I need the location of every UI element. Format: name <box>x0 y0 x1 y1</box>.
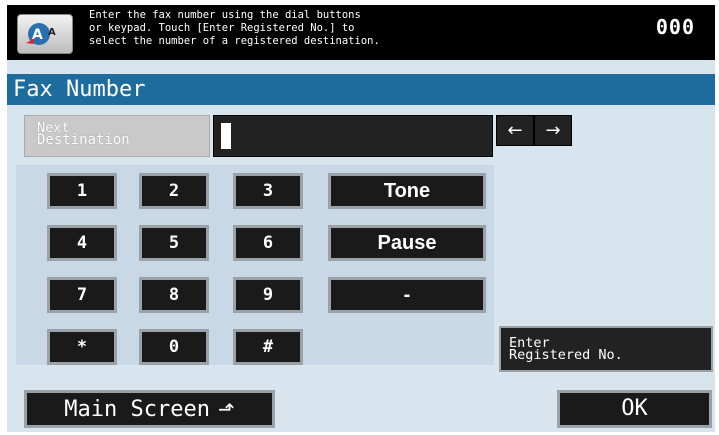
cursor-left-button[interactable]: ← <box>496 115 534 146</box>
text-cursor <box>221 123 231 149</box>
fax-number-input[interactable] <box>213 115 493 157</box>
accessibility-aa-icon: A A <box>26 23 56 45</box>
svg-text:A: A <box>48 27 56 38</box>
instruction-text: Enter the fax number using the dial butt… <box>89 9 380 47</box>
key-hash[interactable]: # <box>233 329 303 365</box>
main-screen-label: Main Screen <box>64 397 210 422</box>
key-3[interactable]: 3 <box>233 173 303 209</box>
key-4[interactable]: 4 <box>47 225 117 261</box>
job-counter: 000 <box>655 15 695 39</box>
left-arrow-icon: ← <box>507 120 523 141</box>
right-arrow-icon: → <box>545 120 561 141</box>
key-1[interactable]: 1 <box>47 173 117 209</box>
key-9[interactable]: 9 <box>233 277 303 313</box>
key-8[interactable]: 8 <box>139 277 209 313</box>
accessibility-button[interactable]: A A <box>17 14 73 54</box>
key-5[interactable]: 5 <box>139 225 209 261</box>
key-0[interactable]: 0 <box>139 329 209 365</box>
info-bar: A A Enter the fax number using the dial … <box>7 5 715 60</box>
page-title: Fax Number <box>7 74 715 105</box>
enter-registered-no-button[interactable]: Enter Registered No. <box>499 326 713 372</box>
key-7[interactable]: 7 <box>47 277 117 313</box>
next-destination-button[interactable]: Next Destination <box>24 115 210 157</box>
main-screen-button[interactable]: Main Screen ⬏ <box>24 390 275 428</box>
cursor-right-button[interactable]: → <box>534 115 572 146</box>
up-arrow-icon: ⬏ <box>217 397 235 421</box>
ok-button[interactable]: OK <box>557 390 712 428</box>
key-2[interactable]: 2 <box>139 173 209 209</box>
dash-button[interactable]: - <box>328 277 486 313</box>
tone-button[interactable]: Tone <box>328 173 486 209</box>
key-6[interactable]: 6 <box>233 225 303 261</box>
key-star[interactable]: * <box>47 329 117 365</box>
pause-button[interactable]: Pause <box>328 225 486 261</box>
